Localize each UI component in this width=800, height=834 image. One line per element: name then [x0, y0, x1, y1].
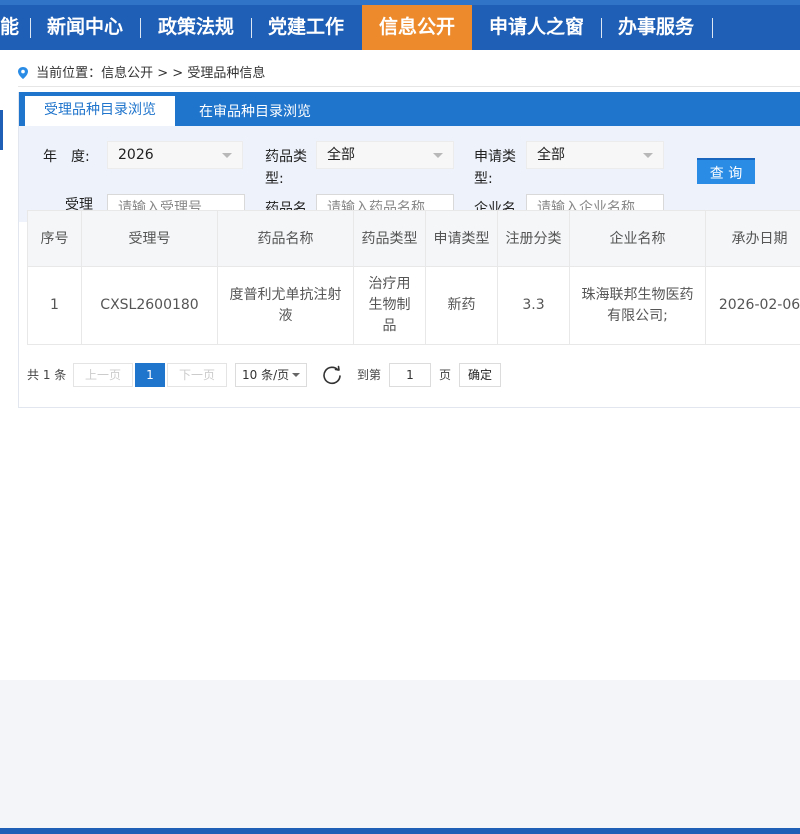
tab-bar: 受理品种目录浏览 在审品种目录浏览	[19, 92, 800, 126]
table-header-row: 序号 受理号 药品名称 药品类型 申请类型 注册分类 企业名称 承办日期	[27, 210, 800, 267]
column-header: 企业名称	[569, 210, 706, 267]
nav-separator	[251, 18, 252, 38]
cell-date: 2026-02-06	[705, 266, 800, 345]
nav-item-party[interactable]: 党建工作	[268, 5, 344, 50]
drug-type-select[interactable]: 全部	[316, 141, 454, 169]
goto-label: 到第	[357, 368, 382, 382]
tab-under-review-catalog[interactable]: 在审品种目录浏览	[199, 92, 311, 126]
nav-item-news[interactable]: 新闻中心	[47, 5, 123, 50]
apply-type-select[interactable]: 全部	[526, 141, 664, 169]
nav-item-truncated[interactable]: 能	[0, 5, 19, 50]
chevron-down-icon	[292, 373, 300, 377]
column-header: 承办日期	[705, 210, 800, 267]
filter-area: 年 度: 2026 药品类型: 全部 申请类型: 全部 查 询 受理号: 请输入…	[19, 126, 800, 239]
chevron-down-icon	[222, 153, 232, 158]
cell-company: 珠海联邦生物医药有限公司;	[569, 266, 706, 345]
column-header: 序号	[27, 210, 82, 267]
nav-separator	[712, 18, 713, 38]
bottom-bar	[0, 828, 800, 834]
column-header: 药品名称	[217, 210, 354, 267]
query-button[interactable]: 查 询	[697, 158, 755, 184]
year-select[interactable]: 2026	[107, 141, 243, 169]
prev-page-button[interactable]: 上一页	[73, 363, 133, 387]
pagination: 共 1 条 上一页 1 下一页 10 条/页 到第 1 页 确定	[27, 362, 527, 388]
nav-separator	[601, 18, 602, 38]
lower-background	[0, 680, 800, 828]
catalog-panel: 受理品种目录浏览 在审品种目录浏览 年 度: 2026 药品类型: 全部 申请类…	[18, 92, 800, 408]
column-header: 受理号	[81, 210, 218, 267]
cell-index: 1	[27, 266, 82, 345]
goto-confirm-button[interactable]: 确定	[459, 363, 501, 387]
location-pin-icon	[18, 67, 28, 79]
tab-accepted-catalog[interactable]: 受理品种目录浏览	[25, 96, 175, 126]
breadcrumb-divider	[18, 86, 800, 87]
drug-type-label: 药品类型:	[265, 149, 307, 187]
cell-apply-type: 新药	[425, 266, 498, 345]
year-select-value: 2026	[118, 147, 154, 163]
breadcrumb: 当前位置：信息公开 > > 受理品种信息	[18, 64, 800, 87]
page-size-value: 10 条/页	[242, 368, 290, 382]
total-count: 共 1 条	[27, 368, 67, 382]
page-unit-label: 页	[439, 368, 452, 382]
column-header: 注册分类	[497, 210, 570, 267]
cell-drug-type: 治疗用生物制品	[353, 266, 426, 345]
cell-reg-class: 3.3	[497, 266, 570, 345]
column-header: 药品类型	[353, 210, 426, 267]
apply-type-select-value: 全部	[537, 147, 565, 163]
cell-drug-name: 度普利尤单抗注射液	[217, 266, 354, 345]
column-header: 申请类型	[425, 210, 498, 267]
top-navigation: 能 新闻中心 政策法规 党建工作 信息公开 申请人之窗 办事服务	[0, 0, 800, 50]
cell-accept-no: CXSL2600180	[81, 266, 218, 345]
year-label: 年 度:	[43, 149, 90, 165]
nav-separator	[30, 18, 31, 38]
page-number-current[interactable]: 1	[135, 363, 165, 387]
breadcrumb-text: 当前位置：信息公开 > > 受理品种信息	[36, 66, 266, 81]
left-edge-strip	[0, 110, 3, 150]
next-page-button[interactable]: 下一页	[167, 363, 227, 387]
nav-separator	[140, 18, 141, 38]
table-row[interactable]: 1 CXSL2600180 度普利尤单抗注射液 治疗用生物制品 新药 3.3 珠…	[27, 266, 800, 345]
results-table: 序号 受理号 药品名称 药品类型 申请类型 注册分类 企业名称 承办日期 1 C…	[27, 210, 800, 345]
page-size-select[interactable]: 10 条/页	[235, 363, 307, 387]
chevron-down-icon	[433, 153, 443, 158]
apply-type-label: 申请类型:	[474, 149, 516, 187]
nav-item-policy[interactable]: 政策法规	[158, 5, 234, 50]
nav-item-info-public[interactable]: 信息公开	[362, 5, 472, 50]
drug-type-select-value: 全部	[327, 147, 355, 163]
goto-page-input[interactable]: 1	[389, 363, 431, 387]
nav-item-applicant[interactable]: 申请人之窗	[489, 5, 584, 50]
nav-item-services[interactable]: 办事服务	[618, 5, 694, 50]
refresh-icon[interactable]	[321, 364, 343, 386]
chevron-down-icon	[643, 153, 653, 158]
